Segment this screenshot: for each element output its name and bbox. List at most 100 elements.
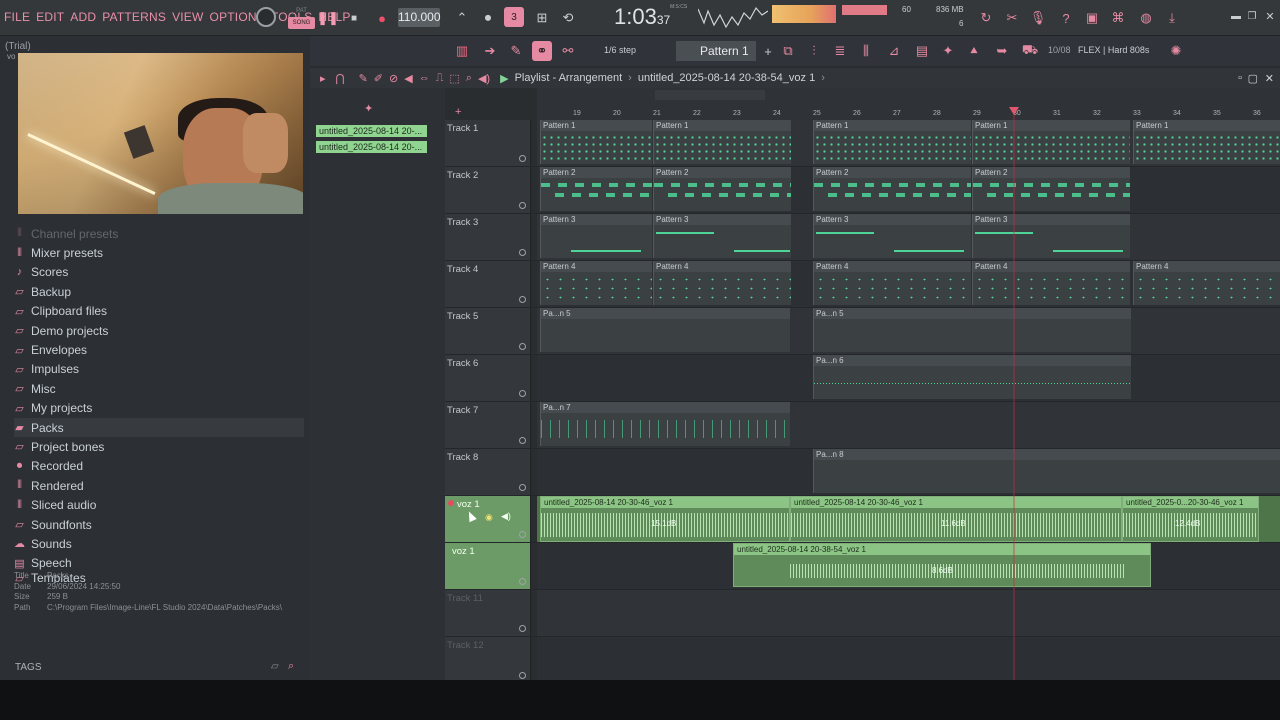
browser-item-clipboard-files[interactable]: ▱ Clipboard files <box>14 302 304 321</box>
play-arrow-icon[interactable]: ▸ <box>320 72 326 85</box>
stop-button[interactable]: ■ <box>344 8 364 28</box>
track-mute-icon[interactable] <box>519 624 526 632</box>
pattern-clip[interactable]: Pattern 1 <box>813 120 971 164</box>
track-lane[interactable] <box>537 590 1280 636</box>
pattern-clip[interactable]: Pa...n 8 <box>813 449 1280 493</box>
pattern-clip[interactable]: Pa...n 6 <box>813 355 1131 399</box>
restore-icon[interactable]: ❐ <box>1242 6 1262 26</box>
slip-tool-icon[interactable]: ⇔ <box>419 72 430 84</box>
track-mute-icon[interactable] <box>519 248 526 256</box>
folder-open-icon[interactable]: ▱ <box>271 661 279 672</box>
audio-clip[interactable]: untitled_2025-08-14 20-38-54_voz 1 8.6dB <box>733 543 1151 587</box>
pattern-clip[interactable]: Pattern 2 <box>540 167 652 211</box>
pencil-icon[interactable]: ✎ <box>506 41 526 61</box>
menu-patterns[interactable]: PATTERNS <box>102 10 166 24</box>
picker-star-icon[interactable]: ✦ <box>364 102 373 115</box>
picker-clip[interactable]: untitled_2025-08-14 20-... <box>316 125 427 137</box>
piano-keys-icon[interactable]: ▥ <box>452 41 472 61</box>
browser-item-impulses[interactable]: ▱ Impulses <box>14 360 304 379</box>
step-edit-icon[interactable]: ⊞ <box>532 8 552 28</box>
help-icon[interactable]: ? <box>1056 8 1076 28</box>
delete-tool-icon[interactable]: ⊘ <box>389 72 398 85</box>
magnet-snap-icon[interactable]: ⋂ <box>336 72 345 85</box>
track-header[interactable]: Track 3 <box>445 214 531 260</box>
track-lane[interactable]: Pa...n 5 Pa...n 5 <box>537 308 1280 354</box>
picker-clip[interactable]: untitled_2025-08-14 20-... <box>316 141 427 153</box>
playlist-play-icon[interactable]: ▶ <box>500 72 508 85</box>
track-lane[interactable]: untitled_2025-08-14 20-38-54_voz 1 8.6dB <box>537 543 1280 589</box>
track-header[interactable]: voz 1 ◉ ◀) <box>445 496 531 542</box>
track-lane[interactable]: Pattern 3 Pattern 3 Pattern 3 Pattern 3 <box>537 214 1280 260</box>
download-icon[interactable]: ⤓ <box>1162 8 1182 28</box>
track-lane[interactable]: Pattern 4 Pattern 4 Pattern 4 Pattern 4 … <box>537 261 1280 307</box>
pattern-clip[interactable]: Pa...n 7 <box>540 402 790 446</box>
edison-icon[interactable]: ⯅ <box>964 41 984 61</box>
browser-item-sounds[interactable]: ☁ Sounds <box>14 534 304 553</box>
mic-icon[interactable]: 🎙 <box>1028 8 1048 28</box>
track-header[interactable]: Track 4 <box>445 261 531 307</box>
track-lane[interactable]: Pattern 2 Pattern 2 Pattern 2 Pattern 2 <box>537 167 1280 213</box>
pattern-clip[interactable]: Pattern 2 <box>813 167 971 211</box>
pat-song-toggle[interactable]: PAT SONG <box>288 5 315 31</box>
track-lane[interactable]: Pattern 1 Pattern 1 Pattern 1 Pattern 1 … <box>537 120 1280 166</box>
playlist-icon[interactable]: ≣ <box>830 41 850 61</box>
record-arm-icon[interactable] <box>448 500 454 506</box>
track-lane[interactable] <box>537 637 1280 680</box>
browser-item-scores[interactable]: ♪ Scores <box>14 263 304 282</box>
add-pattern-icon[interactable]: + <box>758 41 778 61</box>
select-tool-icon[interactable]: ⬚ <box>449 72 459 85</box>
track-solo-icon[interactable]: ◉ <box>485 512 493 523</box>
playback-tool-icon[interactable]: ◀) <box>478 72 490 85</box>
slice-tool-icon[interactable]: ⎍ <box>436 72 444 85</box>
playlist-minimize-icon[interactable]: ▫ <box>1238 72 1242 84</box>
touch-icon[interactable]: ➥ <box>992 41 1012 61</box>
track-header[interactable]: Track 6 <box>445 355 531 401</box>
wait-input-icon[interactable]: ⏺ <box>478 8 498 28</box>
pattern-clip[interactable]: Pattern 1 <box>653 120 791 164</box>
news-icon[interactable]: ✺ <box>1166 41 1186 61</box>
track-mute-icon[interactable] <box>519 201 526 209</box>
track-header[interactable]: Track 2 <box>445 167 531 213</box>
menu-file[interactable]: FILE <box>4 10 30 24</box>
browser-item-project-bones[interactable]: ▱ Project bones <box>14 437 304 456</box>
browser-item-my-projects[interactable]: ▱ My projects <box>14 399 304 418</box>
piano-roll-icon[interactable]: ⫼ <box>856 41 876 61</box>
pattern-selector[interactable]: Pattern 1 <box>676 41 756 61</box>
plugin-db-icon[interactable]: ▤ <box>912 41 932 61</box>
tempo-display[interactable]: 110.000 <box>398 8 441 27</box>
undo-icon[interactable]: ↻ <box>976 8 996 28</box>
cart-icon[interactable]: ⛟ <box>1020 41 1040 61</box>
pattern-clip[interactable]: Pattern 3 <box>972 214 1130 258</box>
pencil-tool-icon[interactable]: ✎ <box>359 72 368 85</box>
tuner-icon[interactable]: ✦ <box>938 41 958 61</box>
browser-item-envelopes[interactable]: ▱ Envelopes <box>14 340 304 359</box>
zoom-tool-icon[interactable]: ⌕ <box>466 72 472 85</box>
browser-item-packs[interactable]: ▰ Packs <box>14 417 304 438</box>
loop-record-icon[interactable]: ⟲ <box>558 8 578 28</box>
mixer-icon[interactable]: ⧉ <box>778 41 798 61</box>
pattern-clip[interactable]: Pattern 4 <box>972 261 1130 305</box>
track-lane[interactable]: untitled_2025-08-14 20-30-46_voz 1 15.1dB… <box>537 496 1280 542</box>
pattern-clip[interactable]: Pattern 2 <box>653 167 791 211</box>
pattern-clip[interactable]: Pattern 1 <box>972 120 1130 164</box>
pattern-clip[interactable]: Pa...n 5 <box>540 308 790 352</box>
record-button[interactable]: ● <box>372 8 392 28</box>
track-header[interactable]: Track 11 <box>445 590 531 636</box>
track-header[interactable]: Track 8 <box>445 449 531 495</box>
countdown-icon[interactable]: 3 <box>504 7 524 27</box>
track-header[interactable]: Track 5 <box>445 308 531 354</box>
pattern-clip[interactable]: Pattern 3 <box>540 214 652 258</box>
audio-clip[interactable]: untitled_2025-0...20-30-46_voz 1 12.4dB <box>1122 496 1259 542</box>
track-mute-icon[interactable] <box>519 436 526 444</box>
track-mute-icon[interactable] <box>519 577 526 585</box>
track-header[interactable]: voz 1 <box>445 543 531 589</box>
pattern-clip[interactable]: Pattern 2 <box>972 167 1130 211</box>
close-icon[interactable]: ✕ <box>1260 6 1280 26</box>
browser-item-mixer-presets[interactable]: ⦀ Mixer presets <box>14 243 304 262</box>
browser-icon[interactable]: ⊿ <box>884 41 904 61</box>
pattern-clip[interactable]: Pattern 3 <box>653 214 791 258</box>
pattern-clip[interactable]: Pattern 1 <box>540 120 652 164</box>
track-mute-icon[interactable] <box>519 483 526 491</box>
pattern-clip[interactable]: Pa...n 5 <box>813 308 1131 352</box>
pattern-clip[interactable]: Pattern 4 <box>540 261 652 305</box>
